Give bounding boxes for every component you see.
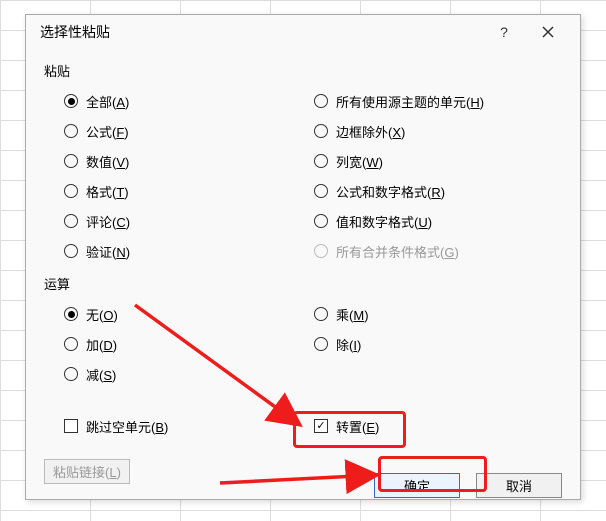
radio-label: 数值(V) bbox=[86, 152, 129, 171]
radio-icon bbox=[314, 337, 328, 351]
radio-icon bbox=[64, 94, 78, 108]
radio-label: 公式和数字格式(R) bbox=[336, 182, 445, 201]
paste-radio[interactable]: 所有使用源主题的单元(H) bbox=[294, 86, 544, 116]
paste-group-label: 粘贴 bbox=[44, 53, 562, 86]
radio-icon bbox=[64, 154, 78, 168]
operation-radio[interactable]: 加(D) bbox=[44, 329, 294, 359]
operation-group-label: 运算 bbox=[44, 266, 562, 299]
radio-label: 除(I) bbox=[336, 335, 361, 354]
skip-blanks-checkbox[interactable]: 跳过空单元(B) bbox=[44, 411, 294, 441]
title-bar: 选择性粘贴 ? bbox=[26, 15, 580, 49]
paste-radio[interactable]: 列宽(W) bbox=[294, 146, 544, 176]
radio-label: 乘(M) bbox=[336, 305, 369, 324]
close-icon bbox=[542, 26, 554, 38]
radio-icon bbox=[64, 214, 78, 228]
paste-link-button[interactable]: 粘贴链接(L) bbox=[44, 459, 130, 484]
paste-radio: 所有合并条件格式(G) bbox=[294, 236, 544, 266]
transpose-checkbox[interactable]: 转置(E) bbox=[294, 411, 544, 441]
paste-radio[interactable]: 公式(F) bbox=[44, 116, 294, 146]
cancel-button[interactable]: 取消 bbox=[476, 473, 562, 498]
paste-radio[interactable]: 数值(V) bbox=[44, 146, 294, 176]
paste-radio[interactable]: 值和数字格式(U) bbox=[294, 206, 544, 236]
paste-radio[interactable]: 评论(C) bbox=[44, 206, 294, 236]
operation-radio[interactable]: 乘(M) bbox=[294, 299, 544, 329]
radio-icon bbox=[64, 124, 78, 138]
radio-label: 所有合并条件格式(G) bbox=[336, 242, 459, 261]
operation-radio[interactable]: 减(S) bbox=[44, 359, 294, 389]
operation-options: 无(O) 乘(M) 加(D) 除(I) 减(S) bbox=[44, 299, 562, 389]
ok-button[interactable]: 确定 bbox=[374, 473, 460, 498]
radio-label: 格式(T) bbox=[86, 182, 129, 201]
radio-icon bbox=[314, 124, 328, 138]
radio-label: 公式(F) bbox=[86, 122, 129, 141]
radio-label: 减(S) bbox=[86, 365, 116, 384]
radio-label: 所有使用源主题的单元(H) bbox=[336, 92, 484, 111]
operation-radio[interactable]: 无(O) bbox=[44, 299, 294, 329]
skip-blanks-label: 跳过空单元(B) bbox=[86, 417, 168, 436]
paste-radio[interactable]: 全部(A) bbox=[44, 86, 294, 116]
radio-label: 列宽(W) bbox=[336, 152, 383, 171]
close-button[interactable] bbox=[526, 17, 570, 47]
radio-icon bbox=[64, 337, 78, 351]
radio-icon bbox=[64, 307, 78, 321]
paste-radio[interactable]: 边框除外(X) bbox=[294, 116, 544, 146]
paste-radio[interactable]: 格式(T) bbox=[44, 176, 294, 206]
help-button[interactable]: ? bbox=[482, 17, 526, 47]
transpose-label: 转置(E) bbox=[336, 417, 379, 436]
paste-options: 全部(A) 所有使用源主题的单元(H) 公式(F) 边框除外(X) 数值(V) 列宽(W)… bbox=[44, 86, 562, 266]
radio-label: 验证(N) bbox=[86, 242, 130, 261]
radio-label: 加(D) bbox=[86, 335, 117, 354]
dialog-title: 选择性粘贴 bbox=[40, 22, 482, 42]
radio-label: 无(O) bbox=[86, 305, 118, 324]
radio-icon bbox=[314, 307, 328, 321]
operation-radio[interactable]: 除(I) bbox=[294, 329, 544, 359]
paste-radio[interactable]: 验证(N) bbox=[44, 236, 294, 266]
radio-icon bbox=[314, 184, 328, 198]
radio-icon bbox=[64, 367, 78, 381]
radio-label: 全部(A) bbox=[86, 92, 129, 111]
radio-icon bbox=[314, 94, 328, 108]
radio-label: 边框除外(X) bbox=[336, 122, 405, 141]
radio-icon bbox=[314, 214, 328, 228]
paste-special-dialog: 选择性粘贴 ? 粘贴 全部(A) 所有使用源主题的单元(H) 公式(F) 边框除外(X… bbox=[25, 14, 581, 500]
radio-icon bbox=[64, 244, 78, 258]
paste-radio[interactable]: 公式和数字格式(R) bbox=[294, 176, 544, 206]
radio-icon bbox=[64, 184, 78, 198]
radio-label: 评论(C) bbox=[86, 212, 130, 231]
radio-icon bbox=[314, 244, 328, 258]
radio-label: 值和数字格式(U) bbox=[336, 212, 432, 231]
radio-icon bbox=[314, 154, 328, 168]
